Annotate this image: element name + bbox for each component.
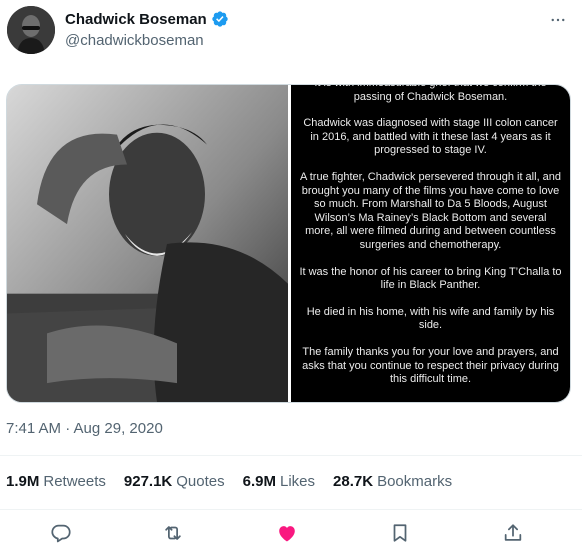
family-statement-image[interactable]: It is with immeasurable grief that we co… [291, 85, 570, 402]
verified-badge-icon[interactable] [211, 10, 229, 28]
statement-paragraph: It was the honor of his career to bring … [299, 265, 562, 292]
tweet-media[interactable]: It is with immeasurable grief that we co… [6, 84, 571, 403]
statement-paragraph: A true fighter, Chadwick persevered thro… [299, 170, 562, 251]
author-name[interactable]: Chadwick Boseman [65, 11, 207, 28]
author-handle[interactable]: @chadwickboseman [65, 32, 204, 49]
avatar[interactable] [7, 6, 55, 54]
reply-button[interactable] [46, 518, 76, 548]
share-icon [504, 524, 522, 541]
tweet-timestamp[interactable]: 7:41 AM · Aug 29, 2020 [6, 420, 163, 437]
stat-count: 1.9M [6, 473, 40, 490]
portrait-photo-image [7, 85, 288, 402]
bookmark-button[interactable] [385, 518, 415, 548]
like-button[interactable] [272, 518, 302, 548]
tweet-action-bar [0, 518, 582, 548]
statement-paragraph: It is with immeasurable grief that we co… [314, 85, 546, 103]
quotes-stat[interactable]: 927.1K Quotes [124, 473, 225, 490]
stat-count: 6.9M [242, 473, 276, 490]
retweets-stat[interactable]: 1.9M Retweets [6, 473, 106, 490]
retweet-icon [165, 526, 181, 540]
author-name-row: Chadwick Boseman [65, 10, 229, 28]
likes-stat[interactable]: 6.9M Likes [243, 473, 315, 490]
stat-label: Likes [280, 473, 316, 490]
avatar-portrait-image [7, 6, 55, 54]
share-button[interactable] [498, 518, 528, 548]
statement-paragraph: Chadwick was diagnosed with stage III co… [303, 117, 558, 157]
engagement-stats: 1.9M Retweets 927.1K Quotes 6.9M Likes 2… [6, 473, 452, 490]
divider [0, 455, 582, 456]
media-photo[interactable] [7, 85, 288, 402]
bookmarks-stat[interactable]: 28.7K Bookmarks [333, 473, 452, 490]
statement-paragraph: The family thanks you for your love and … [302, 345, 559, 386]
heart-icon [279, 526, 295, 542]
stat-count: 927.1K [123, 473, 173, 490]
stat-count: 28.7K [333, 473, 374, 490]
stat-label: Bookmarks [377, 473, 453, 490]
reply-icon [51, 524, 71, 543]
retweet-button[interactable] [158, 518, 188, 548]
bookmark-icon [393, 524, 407, 542]
divider [0, 509, 582, 510]
stat-label: Retweets [43, 473, 106, 490]
stat-label: Quotes [176, 473, 225, 490]
statement-paragraph: He died in his home, with his wife and f… [306, 305, 555, 332]
more-options-icon[interactable] [548, 10, 568, 30]
